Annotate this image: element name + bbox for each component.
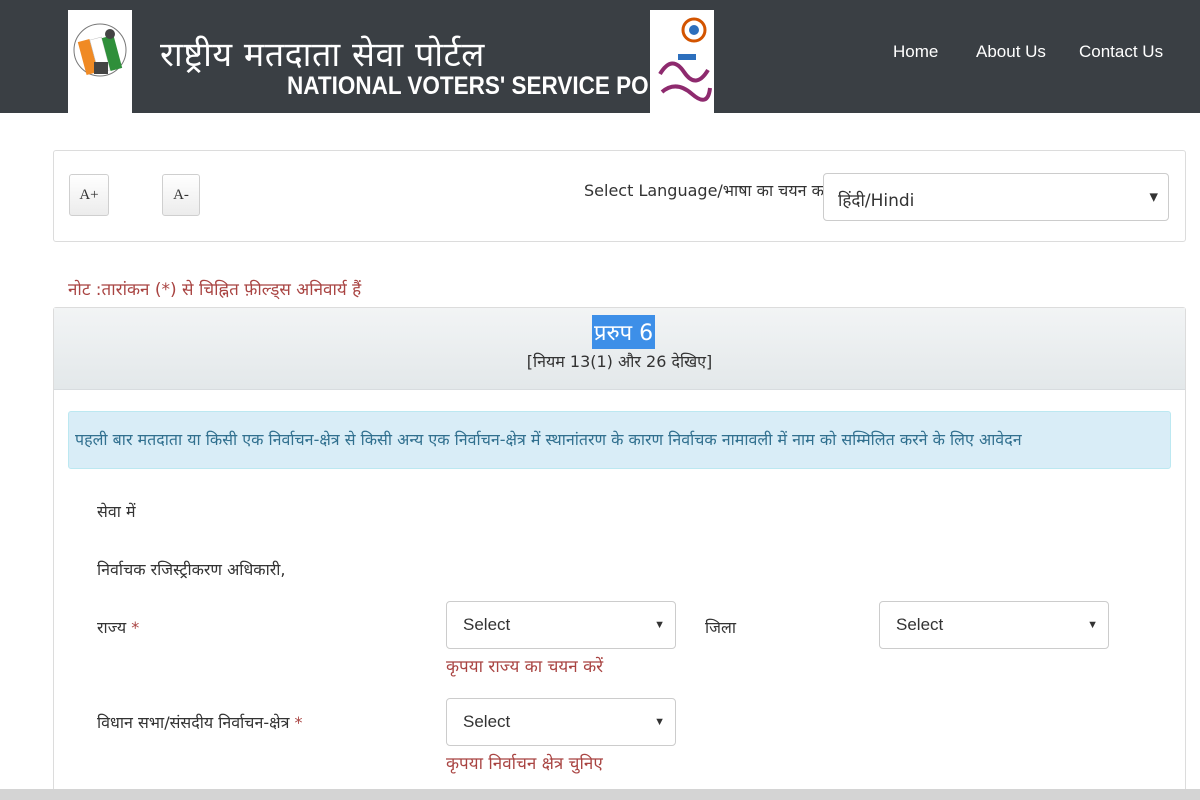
chevron-down-icon: ▼ xyxy=(654,716,665,728)
chevron-down-icon: ▼ xyxy=(654,619,665,631)
desh-ka-maha-tyohar-logo xyxy=(650,10,714,113)
nav-about-link[interactable]: About Us xyxy=(976,42,1046,62)
constituency-select-value: Select xyxy=(463,712,511,731)
required-asterisk: * xyxy=(294,713,303,732)
addressee-line-2: निर्वाचक रजिस्ट्रीकरण अधिकारी, xyxy=(97,560,286,579)
required-asterisk: * xyxy=(131,618,140,637)
form-description-alert: पहली बार मतदाता या किसी एक निर्वाचन-क्षे… xyxy=(68,411,1171,469)
form-rule-reference: [नियम 13(1) और 26 देखिए] xyxy=(526,352,713,371)
horizontal-scrollbar[interactable] xyxy=(0,789,1200,800)
constituency-select[interactable]: Select ▼ xyxy=(446,698,676,746)
state-select-value: Select xyxy=(463,615,511,634)
chevron-down-icon: ▼ xyxy=(1149,190,1158,204)
constituency-label: विधान सभा/संसदीय निर्वाचन-क्षेत्र * xyxy=(97,711,303,733)
language-selected-value: हिंदी/Hindi xyxy=(838,191,915,211)
font-increase-button[interactable]: A+ xyxy=(69,174,109,216)
form-header: प्ररुप 6 [नियम 13(1) और 26 देखिए] xyxy=(54,308,1185,390)
district-label: जिला xyxy=(705,618,737,637)
font-decrease-button[interactable]: A- xyxy=(162,174,200,216)
state-select[interactable]: Select ▼ xyxy=(446,601,676,649)
state-label-text: राज्य xyxy=(97,618,127,637)
festival-badge-icon xyxy=(658,17,712,102)
state-label: राज्य * xyxy=(97,616,139,638)
site-title-hindi: राष्ट्रीय मतदाता सेवा पोर्टल xyxy=(160,35,485,75)
form-title: प्ररुप 6 xyxy=(592,315,656,349)
site-header: राष्ट्रीय मतदाता सेवा पोर्टल NATIONAL VO… xyxy=(0,0,1200,113)
eci-logo[interactable] xyxy=(68,10,132,113)
site-title-english: NATIONAL VOTERS' SERVICE PORTAL xyxy=(287,72,707,100)
form-panel: प्ररुप 6 [नियम 13(1) और 26 देखिए] पहली ब… xyxy=(53,307,1186,800)
language-label: Select Language/भाषा का चयन करें xyxy=(584,181,831,200)
state-error-message: कृपया राज्य का चयन करें xyxy=(446,657,604,677)
language-select[interactable]: हिंदी/Hindi ▼ xyxy=(823,173,1169,221)
district-select-value: Select xyxy=(896,615,944,634)
nav-contact-link[interactable]: Contact Us xyxy=(1079,42,1163,62)
district-select[interactable]: Select ▼ xyxy=(879,601,1109,649)
chevron-down-icon: ▼ xyxy=(1087,619,1098,631)
mandatory-fields-note: नोट :तारांकन (*) से चिह्नित फ़ील्ड्स अनि… xyxy=(68,280,362,300)
nav-home-link[interactable]: Home xyxy=(893,42,938,62)
eci-logo-icon xyxy=(73,23,127,77)
constituency-error-message: कृपया निर्वाचन क्षेत्र चुनिए xyxy=(446,754,603,774)
constituency-label-text: विधान सभा/संसदीय निर्वाचन-क्षेत्र xyxy=(97,713,290,732)
accessibility-toolbar: A+ A- Select Language/भाषा का चयन करें ह… xyxy=(53,150,1186,242)
addressee-line-1: सेवा में xyxy=(97,502,136,521)
